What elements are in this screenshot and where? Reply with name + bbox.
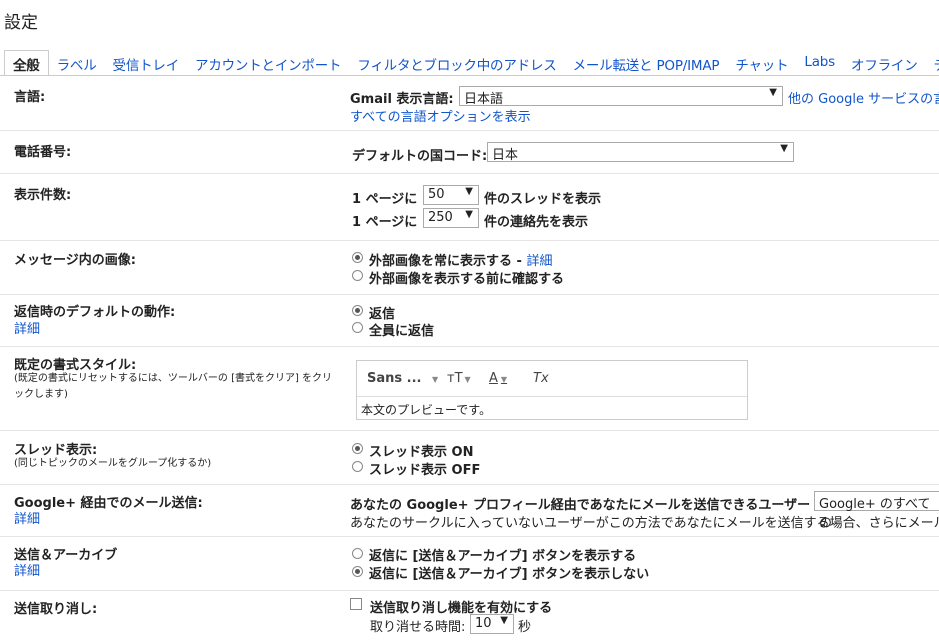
country-code-select[interactable]: 日本 ▼ bbox=[487, 142, 794, 163]
undo-period-value: 10 bbox=[475, 616, 492, 631]
gplus-label: Google+ 経由でのメール送信: bbox=[14, 496, 203, 511]
font-size-icon[interactable]: тT ▼ bbox=[447, 371, 471, 386]
undo-period-label: 取り消せる時間: bbox=[370, 620, 466, 635]
section-images: メッセージ内の画像: 外部画像を常に表示する - 詳細 外部画像を表示する前に確… bbox=[0, 241, 939, 295]
display-language-select[interactable]: 日本語 ▼ bbox=[459, 86, 783, 107]
send-archive-show-radio[interactable] bbox=[352, 548, 363, 559]
send-archive-learn-more-link[interactable]: 詳細 bbox=[14, 560, 40, 579]
tab-filters[interactable]: フィルタとブロック中のアドレス bbox=[349, 50, 564, 76]
chevron-down-icon: ▼ bbox=[500, 615, 508, 626]
undo-send-checkbox[interactable] bbox=[350, 598, 362, 610]
settings-tabs: 全般 ラベル 受信トレイ アカウントとインポート フィルタとブロック中のアドレス… bbox=[4, 50, 939, 76]
tab-chat[interactable]: チャット bbox=[727, 50, 796, 76]
all-language-options-link[interactable]: すべての言語オプションを表示 bbox=[350, 106, 531, 125]
images-label: メッセージ内の画像: bbox=[14, 253, 136, 268]
contacts-per-page-select[interactable]: 250 ▼ bbox=[423, 208, 479, 228]
tab-general[interactable]: 全般 bbox=[4, 50, 49, 76]
threads-prefix: 1 ページに bbox=[352, 192, 418, 207]
chevron-down-icon: ▼ bbox=[465, 209, 473, 220]
send-archive-hide-label: 返信に [送信＆アーカイブ] ボタンを表示しない bbox=[369, 567, 650, 582]
text-color-icon[interactable]: A ▼ bbox=[489, 371, 507, 386]
section-undo-send: 送信取り消し: 送信取り消し機能を有効にする 取り消せる時間: 10 ▼ 秒 bbox=[0, 591, 939, 640]
images-always-radio[interactable] bbox=[352, 252, 363, 263]
images-always-label: 外部画像を常に表示する - 詳細 bbox=[369, 254, 553, 269]
section-gplus: Google+ 経由でのメール送信: 詳細 あなたの Google+ プロフィー… bbox=[0, 485, 939, 537]
page-title: 設定 bbox=[4, 13, 38, 33]
phone-label: 電話番号: bbox=[14, 145, 72, 160]
conversation-on-label: スレッド表示 ON bbox=[369, 445, 474, 460]
send-archive-show-label: 返信に [送信＆アーカイブ] ボタンを表示する bbox=[369, 549, 637, 564]
undo-period-select[interactable]: 10 ▼ bbox=[470, 614, 514, 634]
section-conversation: スレッド表示: (同じトピックのメールをグループ化するか) スレッド表示 ON … bbox=[0, 431, 939, 485]
section-send-archive: 送信＆アーカイブ 詳細 返信に [送信＆アーカイブ] ボタンを表示する 返信に … bbox=[0, 537, 939, 591]
tab-labels[interactable]: ラベル bbox=[49, 50, 105, 76]
conversation-off-radio[interactable] bbox=[352, 461, 363, 472]
threads-per-page-value: 50 bbox=[428, 187, 445, 202]
section-page-size: 表示件数: 1 ページに 50 ▼ 件のスレッドを表示 1 ページに 250 ▼… bbox=[0, 174, 939, 241]
tab-themes[interactable]: テーマ bbox=[926, 50, 939, 76]
text-preview: 本文のプレビューです。 bbox=[361, 403, 492, 417]
contacts-suffix: 件の連絡先を表示 bbox=[484, 215, 589, 230]
display-language-label: Gmail 表示言語: bbox=[350, 92, 454, 107]
tab-accounts[interactable]: アカウントとインポート bbox=[187, 50, 349, 76]
contacts-per-page-value: 250 bbox=[428, 210, 453, 225]
threads-suffix: 件のスレッドを表示 bbox=[484, 192, 602, 207]
tab-offline[interactable]: オフライン bbox=[843, 50, 926, 76]
language-label: 言語: bbox=[14, 90, 46, 105]
country-code-value: 日本 bbox=[492, 148, 519, 163]
format-toolbar: Sans ... ▼ тT ▼ A ▼ Tx bbox=[357, 361, 747, 397]
tab-labs[interactable]: Labs bbox=[796, 50, 843, 76]
section-reply: 返信時のデフォルトの動作: 詳細 返信 全員に返信 bbox=[0, 295, 939, 347]
other-services-link[interactable]: 他の Google サービスの言 bbox=[788, 88, 939, 107]
gplus-note: あなたのサークルに入っていないユーザーがこの方法であなたにメールを送信する場合、… bbox=[350, 516, 939, 531]
conversation-on-radio[interactable] bbox=[352, 443, 363, 454]
section-phone: 電話番号: デフォルトの国コード: 日本 ▼ bbox=[0, 131, 939, 174]
undo-send-checkbox-label: 送信取り消し機能を有効にする bbox=[370, 601, 553, 616]
section-language: 言語: Gmail 表示言語: 日本語 ▼ 他の Google サービスの言 す… bbox=[0, 76, 939, 131]
send-archive-hide-radio[interactable] bbox=[352, 566, 363, 577]
clear-formatting-icon[interactable]: Tx bbox=[533, 371, 549, 386]
font-family-button[interactable]: Sans ... ▼ bbox=[367, 371, 438, 386]
images-ask-radio[interactable] bbox=[352, 270, 363, 281]
reply-all-option-label: 全員に返信 bbox=[369, 324, 435, 339]
images-ask-label: 外部画像を表示する前に確認する bbox=[369, 272, 565, 287]
tab-forwarding[interactable]: メール転送と POP/IMAP bbox=[565, 50, 728, 76]
text-style-hint: (既定の書式にリセットするには、ツールバーの [書式をクリア] をクリックします… bbox=[14, 373, 333, 400]
gplus-learn-more-link[interactable]: 詳細 bbox=[14, 508, 40, 527]
conversation-hint: (同じトピックのメールをグループ化するか) bbox=[14, 458, 212, 469]
tab-inbox[interactable]: 受信トレイ bbox=[105, 50, 188, 76]
undo-period-unit: 秒 bbox=[518, 620, 532, 635]
conversation-off-label: スレッド表示 OFF bbox=[369, 463, 481, 478]
images-learn-more-link[interactable]: 詳細 bbox=[526, 254, 552, 269]
chevron-down-icon: ▼ bbox=[780, 143, 788, 154]
chevron-down-icon: ▼ bbox=[769, 87, 777, 98]
reply-learn-more-link[interactable]: 詳細 bbox=[14, 318, 40, 337]
country-code-label: デフォルトの国コード: bbox=[352, 149, 488, 164]
display-language-value: 日本語 bbox=[464, 92, 504, 107]
threads-per-page-select[interactable]: 50 ▼ bbox=[423, 185, 479, 205]
reply-radio[interactable] bbox=[352, 305, 363, 316]
page-size-label: 表示件数: bbox=[14, 188, 72, 203]
contacts-prefix: 1 ページに bbox=[352, 215, 418, 230]
gplus-who-select[interactable]: Google+ のすべての bbox=[814, 491, 939, 531]
chevron-down-icon: ▼ bbox=[465, 186, 473, 197]
default-text-style-editor: Sans ... ▼ тT ▼ A ▼ Tx 本文のプレビューです。 bbox=[356, 360, 748, 420]
undo-send-label: 送信取り消し: bbox=[14, 602, 98, 617]
gplus-text: あなたの Google+ プロフィール経由であなたにメールを送信できるユーザー bbox=[350, 498, 811, 513]
reply-all-radio[interactable] bbox=[352, 322, 363, 333]
